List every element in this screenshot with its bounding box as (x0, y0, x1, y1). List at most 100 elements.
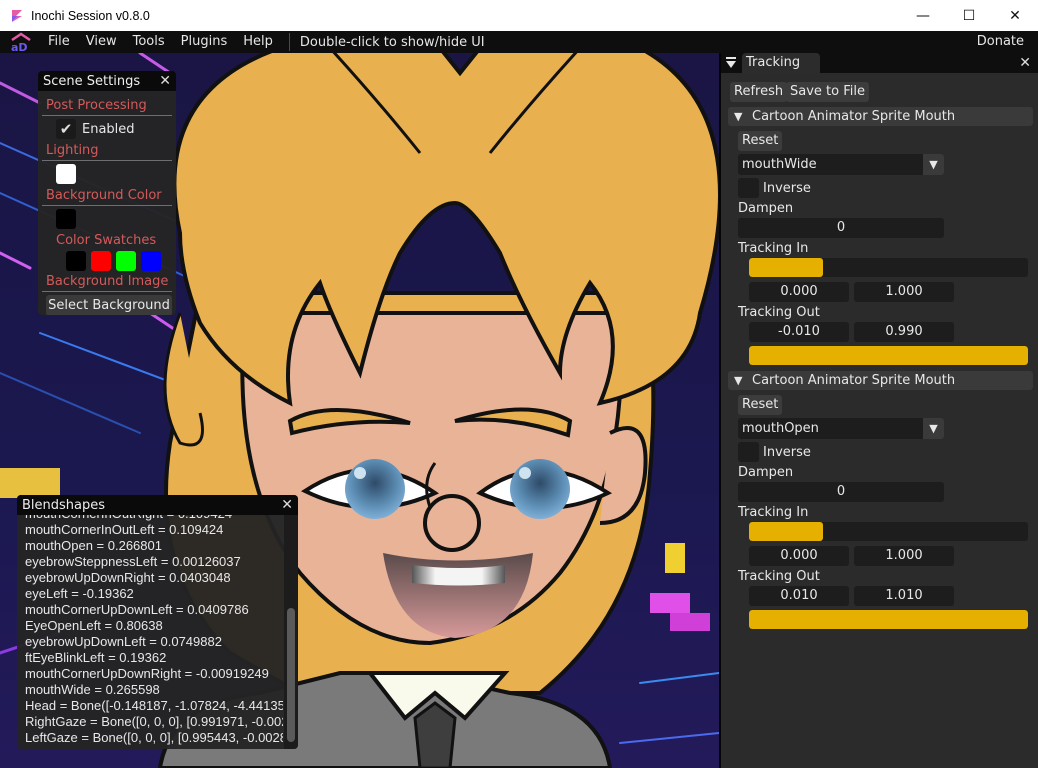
tab-tracking[interactable]: Tracking (742, 53, 820, 73)
blendshape-entry: eyeLeft = -0.19362 (25, 586, 134, 601)
tracking-out-max-input[interactable]: 0.990 (854, 322, 954, 342)
tracking-out-fill (749, 346, 1028, 365)
tracking-out-bar (749, 346, 1028, 365)
blendshape-entry: mouthOpen = 0.266801 (25, 538, 162, 553)
inverse-label: Inverse (763, 445, 811, 460)
blendshape-entry: eyebrowUpDownRight = 0.0403048 (25, 570, 231, 585)
reset-button[interactable]: Reset (738, 395, 783, 415)
dampen-input[interactable]: 0 (738, 218, 944, 238)
refresh-button[interactable]: Refresh (730, 82, 788, 102)
blendshape-entry: eyebrowSteppnessLeft = 0.00126037 (25, 554, 241, 569)
background-color-label: Background Color (46, 188, 162, 203)
menu-tools[interactable]: Tools (125, 31, 173, 53)
post-processing-label: Post Processing (46, 98, 147, 113)
blendshape-entry: mouthWide = 0.265598 (25, 682, 160, 697)
blendshape-entry: Head = Bone([-0.148187, -1.07824, -4.441… (25, 698, 283, 713)
menu-file[interactable]: File (40, 31, 78, 53)
minimize-icon: — (916, 7, 930, 24)
check-icon: ✔ (59, 120, 73, 138)
title-bar: Inochi Session v0.8.0 — ☐ ✕ (0, 0, 1038, 31)
blendshape-entry: eyebrowUpDownLeft = 0.0749882 (25, 634, 222, 649)
blendshape-entry: LeftGaze = Bone([0, 0, 0], [0.995443, -0… (25, 730, 283, 745)
window-title: Inochi Session v0.8.0 (31, 8, 150, 23)
blendshapes-window: Blendshapes ✕ mouthCornerInOutRight = 0.… (17, 495, 298, 749)
blendshape-entry: mouthCornerUpDownRight = -0.00919249 (25, 666, 269, 681)
binding-header-label: Cartoon Animator Sprite Mouth (752, 373, 956, 388)
dropdown-arrow-icon: ▼ (923, 418, 944, 439)
menu-donate[interactable]: Donate (977, 31, 1024, 53)
swatch-green[interactable] (116, 251, 136, 271)
maximize-button[interactable]: ☐ (946, 0, 992, 31)
binding-header[interactable]: ▼ Cartoon Animator Sprite Mouth (728, 371, 1033, 390)
reset-button[interactable]: Reset (738, 131, 783, 151)
scrollbar-thumb[interactable] (287, 608, 295, 742)
save-to-file-button[interactable]: Save to File (786, 82, 869, 102)
source-dropdown-value: mouthWide (742, 157, 817, 172)
blendshapes-header[interactable]: Blendshapes ✕ (17, 495, 298, 515)
blendshape-entry: mouthCornerUpDownLeft = 0.0409786 (25, 602, 249, 617)
source-dropdown-value: mouthOpen (742, 421, 819, 436)
collapse-triangle-icon: ▼ (734, 110, 743, 123)
maximize-icon: ☐ (962, 7, 976, 24)
close-icon[interactable]: ✕ (281, 495, 293, 515)
close-icon: ✕ (1009, 7, 1021, 24)
tracking-in-bar (749, 522, 1028, 541)
section-divider (42, 291, 172, 292)
ui-toggle-hint: Double-click to show/hide UI (299, 34, 485, 50)
blendshapes-title: Blendshapes (22, 497, 106, 513)
tracking-out-min-input[interactable]: -0.010 (749, 322, 849, 342)
swatch-black[interactable] (66, 251, 86, 271)
tracking-in-bar (749, 258, 1028, 277)
tracking-in-max-input[interactable]: 1.000 (854, 546, 954, 566)
tracking-in-fill (749, 522, 824, 541)
tracking-out-label: Tracking Out (738, 305, 820, 320)
blendshape-entry: EyeOpenLeft = 0.80638 (25, 618, 163, 633)
tracking-in-min-input[interactable]: 0.000 (749, 546, 849, 566)
swatch-blue[interactable] (141, 251, 161, 271)
panel-tab-bar: Tracking ✕ (721, 53, 1038, 73)
window-menu-icon[interactable] (726, 57, 736, 69)
tracking-panel: Tracking ✕ Refresh Save to File ▼ Cartoo… (721, 53, 1038, 768)
inverse-checkbox[interactable] (738, 178, 759, 198)
dampen-label: Dampen (738, 465, 794, 480)
scene-settings-header[interactable]: Scene Settings ✕ (38, 71, 176, 91)
tracking-out-min-input[interactable]: 0.010 (749, 586, 849, 606)
scene-settings-window: Scene Settings ✕ Post Processing ✔ Enabl… (38, 71, 176, 315)
binding-header[interactable]: ▼ Cartoon Animator Sprite Mouth (728, 107, 1033, 126)
blendshapes-list: mouthCornerInOutRight = 0.109424 mouthCor… (17, 515, 283, 749)
source-dropdown[interactable]: mouthWide ▼ (738, 154, 944, 175)
menu-bar: aD File View Tools Plugins Help Double-c… (0, 31, 1038, 54)
swatch-red[interactable] (91, 251, 111, 271)
menu-plugins[interactable]: Plugins (173, 31, 236, 53)
tracking-in-max-input[interactable]: 1.000 (854, 282, 954, 302)
blendshape-entry: mouthCornerInOutRight = 0.109424 (17, 515, 283, 522)
dropdown-arrow-icon: ▼ (923, 154, 944, 175)
enabled-checkbox[interactable]: ✔ (56, 119, 76, 139)
dampen-label: Dampen (738, 201, 794, 216)
background-image-label: Background Image (46, 274, 169, 289)
source-dropdown[interactable]: mouthOpen ▼ (738, 418, 944, 439)
color-swatches-label: Color Swatches (56, 233, 157, 248)
inverse-label: Inverse (763, 181, 811, 196)
close-icon[interactable]: ✕ (159, 71, 171, 91)
tracking-out-fill (749, 610, 1028, 629)
select-background-button[interactable]: Select Background (46, 295, 172, 315)
tracking-out-bar (749, 610, 1028, 629)
tracking-out-max-input[interactable]: 1.010 (854, 586, 954, 606)
background-color-swatch[interactable] (56, 209, 76, 229)
close-icon[interactable]: ✕ (1019, 53, 1031, 73)
menu-help[interactable]: Help (235, 31, 281, 53)
tracking-in-label: Tracking In (738, 505, 809, 520)
lighting-color-swatch[interactable] (56, 164, 76, 184)
close-button[interactable]: ✕ (992, 0, 1038, 31)
blendshape-entry: RightGaze = Bone([0, 0, 0], [0.991971, -… (25, 714, 283, 729)
minimize-button[interactable]: — (900, 0, 946, 31)
scene-settings-title: Scene Settings (43, 73, 141, 89)
dampen-input[interactable]: 0 (738, 482, 944, 502)
tracking-in-min-input[interactable]: 0.000 (749, 282, 849, 302)
menu-view[interactable]: View (78, 31, 125, 53)
binding-header-label: Cartoon Animator Sprite Mouth (752, 109, 956, 124)
tracking-out-label: Tracking Out (738, 569, 820, 584)
inverse-checkbox[interactable] (738, 442, 759, 462)
collapse-triangle-icon: ▼ (734, 374, 743, 387)
